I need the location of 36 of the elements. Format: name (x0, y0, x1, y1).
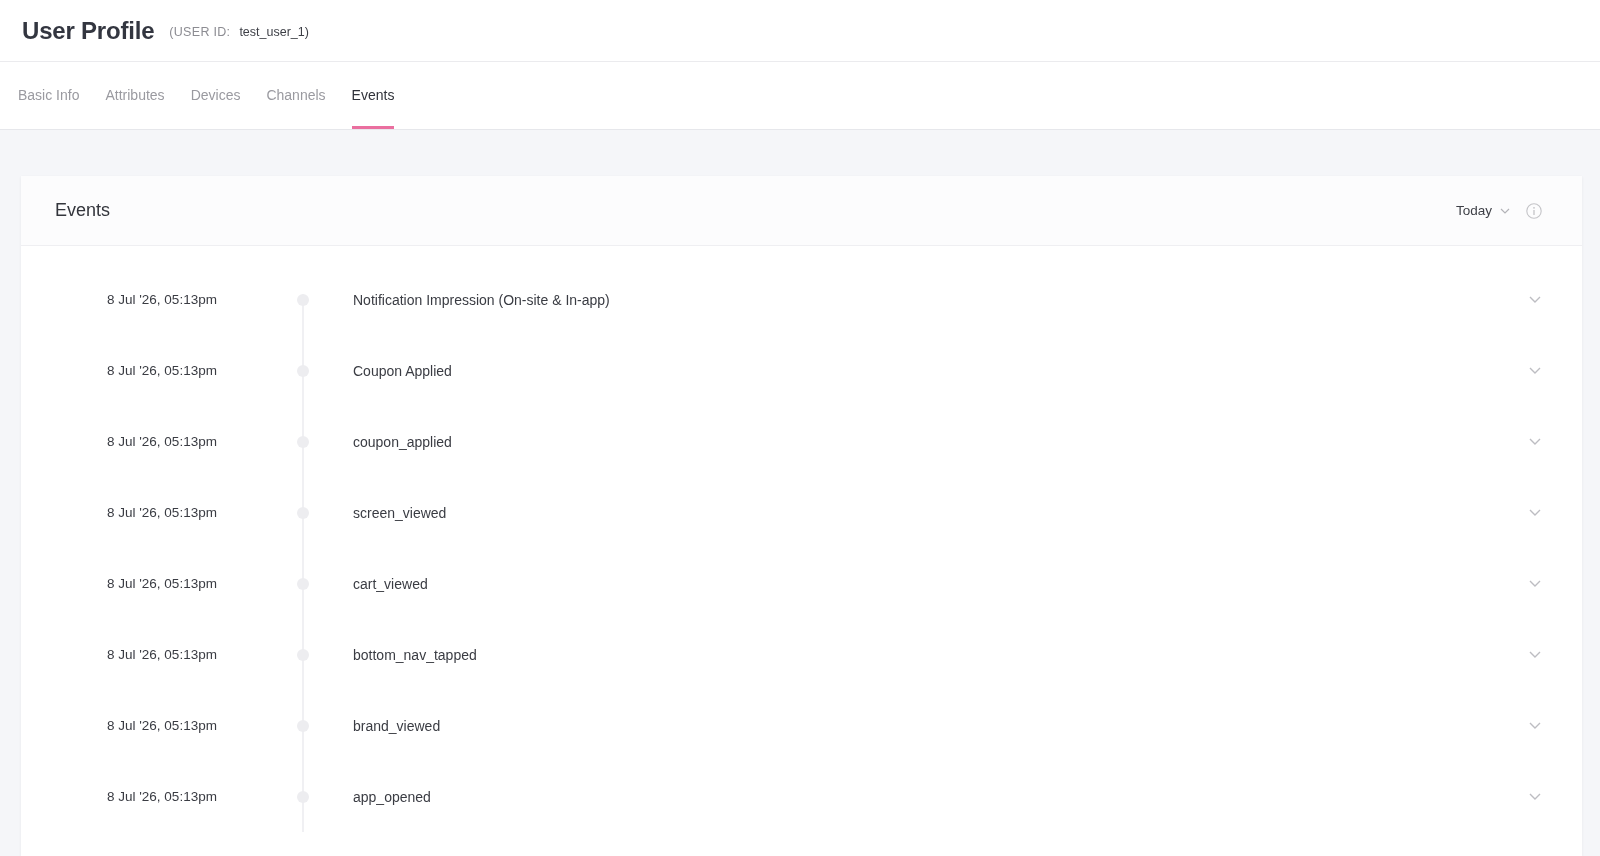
tab[interactable]: Channels (266, 62, 326, 129)
event-time: 8 Jul '26, 05:13pm (107, 647, 218, 662)
info-icon[interactable] (1526, 202, 1542, 219)
user-id-value: test_user_1) (239, 25, 309, 39)
event-name: coupon_applied (352, 433, 453, 450)
chevron-icon[interactable] (1529, 580, 1541, 587)
event-time: 8 Jul '26, 05:13pm (107, 363, 218, 378)
caret-icon (1500, 207, 1510, 214)
tab[interactable]: Attributes (105, 62, 165, 129)
user-id-label: (USER ID: (169, 25, 231, 39)
chevron-icon[interactable] (1529, 438, 1541, 445)
event-name: screen_viewed (352, 504, 448, 521)
event-time: 8 Jul '26, 05:13pm (107, 505, 218, 520)
event-time: 8 Jul '26, 05:13pm (107, 718, 218, 733)
chevron-icon[interactable] (1529, 793, 1541, 800)
event-name: brand_viewed (352, 717, 442, 734)
chevron-icon[interactable] (1529, 367, 1541, 374)
card-title: Events (55, 200, 112, 221)
date-filter-dropdown[interactable]: Today (1455, 203, 1510, 218)
event-time: 8 Jul '26, 05:13pm (107, 789, 218, 804)
tab[interactable]: Events (351, 62, 395, 129)
page-title: User Profile (22, 16, 155, 45)
chevron-icon[interactable] (1529, 651, 1541, 658)
event-time: 8 Jul '26, 05:13pm (107, 576, 218, 591)
event-name: cart_viewed (352, 575, 429, 592)
tab[interactable]: Basic Info (18, 62, 80, 129)
event-name: Notification Impression (On-site & In-app) (352, 291, 611, 308)
event-time: 8 Jul '26, 05:13pm (107, 292, 218, 307)
chevron-icon[interactable] (1529, 722, 1541, 729)
event-name: Coupon Applied (352, 362, 453, 379)
event-name: bottom_nav_tapped (352, 646, 478, 663)
tab[interactable]: Devices (190, 62, 241, 129)
chevron-icon[interactable] (1529, 509, 1541, 516)
event-time: 8 Jul '26, 05:13pm (107, 434, 218, 449)
chevron-icon[interactable] (1529, 296, 1541, 303)
event-name: app_opened (352, 788, 432, 805)
